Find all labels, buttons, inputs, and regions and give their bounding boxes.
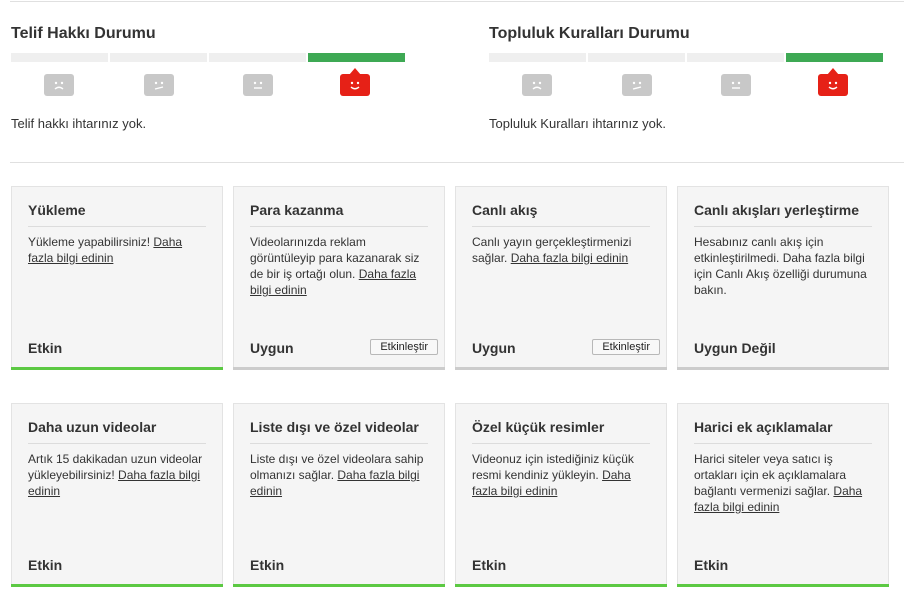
copyright-status-faces — [11, 68, 407, 98]
top-divider — [10, 1, 904, 2]
frown-face-icon — [44, 74, 74, 96]
feature-description: Harici siteler veya satıcı iş ortakları … — [694, 452, 863, 514]
section-divider — [10, 162, 904, 163]
feature-title: Canlı akış — [472, 202, 650, 227]
feature-status-bar — [11, 367, 223, 370]
neutral-face-icon — [721, 74, 751, 96]
feature-title: Harici ek açıklamalar — [694, 419, 872, 444]
feature-card-external-annotations: Harici ek açıklamalar Harici siteler vey… — [677, 403, 889, 587]
feature-status-bar — [455, 584, 667, 587]
community-status: Topluluk Kuralları Durumu Topluluk Kural… — [489, 24, 885, 131]
feature-title: Özel küçük resimler — [472, 419, 650, 444]
status-segment — [209, 53, 306, 62]
feature-title: Yükleme — [28, 202, 206, 227]
feature-status-bar — [455, 367, 667, 370]
feature-status-bar — [233, 584, 445, 587]
skeptical-face-icon — [144, 74, 174, 96]
enable-live-streaming-button[interactable]: Etkinleştir — [592, 339, 660, 355]
status-segment — [110, 53, 207, 62]
status-segment — [687, 53, 784, 62]
feature-status-bar — [233, 367, 445, 370]
community-status-title: Topluluk Kuralları Durumu — [489, 25, 690, 42]
status-segment-active — [308, 53, 405, 62]
feature-card-unlisted-private: Liste dışı ve özel videolar Liste dışı v… — [233, 403, 445, 587]
smile-face-icon — [818, 68, 848, 96]
feature-state: Etkin — [694, 557, 729, 573]
feature-description: Liste dışı ve özel videolara sahip olman… — [250, 452, 424, 498]
feature-card-upload: Yükleme Yükleme yapabilirsiniz! Daha faz… — [11, 186, 223, 370]
feature-description: Videolarınızda reklam görüntüleyip para … — [250, 235, 420, 297]
feature-description: Hesabınız canlı akış için etkinleştirilm… — [694, 235, 867, 297]
feature-status-bar — [677, 584, 889, 587]
community-status-faces — [489, 68, 885, 98]
copyright-status: Telif Hakkı Durumu Telif hakkı ihtarınız… — [11, 24, 407, 131]
neutral-face-icon — [243, 74, 273, 96]
feature-state: Etkin — [28, 557, 63, 573]
feature-state: Uygun Değil — [694, 340, 776, 356]
frown-face-icon — [522, 74, 552, 96]
community-status-message: Topluluk Kuralları ihtarınız yok. — [489, 116, 667, 131]
community-status-bar — [489, 53, 885, 62]
feature-title: Liste dışı ve özel videolar — [250, 419, 428, 444]
status-segment — [489, 53, 586, 62]
copyright-status-title: Telif Hakkı Durumu — [11, 25, 156, 42]
status-segment — [11, 53, 108, 62]
copyright-status-message: Telif hakkı ihtarınız yok. — [11, 116, 147, 131]
feature-card-live-streaming: Canlı akış Canlı yayın gerçekleştirmeniz… — [455, 186, 667, 370]
feature-description: Yükleme yapabilirsiniz! Daha fazla bilgi… — [28, 235, 183, 265]
feature-description: Videonuz için istediğiniz küçük resmi ke… — [472, 452, 634, 498]
feature-state: Uygun — [250, 340, 294, 356]
feature-status-bar — [11, 584, 223, 587]
status-segment-active — [786, 53, 883, 62]
learn-more-link[interactable]: Daha fazla bilgi edinin — [511, 251, 628, 265]
feature-state: Etkin — [250, 557, 285, 573]
enable-monetization-button[interactable]: Etkinleştir — [370, 339, 438, 355]
feature-state: Etkin — [28, 340, 63, 356]
feature-card-embed-live: Canlı akışları yerleştirme Hesabınız can… — [677, 186, 889, 370]
feature-description: Artık 15 dakikadan uzun videolar yükleye… — [28, 452, 203, 498]
feature-description: Canlı yayın gerçekleştirmenizi sağlar. D… — [472, 235, 632, 265]
feature-status-bar — [677, 367, 889, 370]
feature-card-longer-videos: Daha uzun videolar Artık 15 dakikadan uz… — [11, 403, 223, 587]
feature-state: Uygun — [472, 340, 516, 356]
feature-title: Daha uzun videolar — [28, 419, 206, 444]
status-segment — [588, 53, 685, 62]
feature-title: Canlı akışları yerleştirme — [694, 202, 872, 227]
feature-card-monetization: Para kazanma Videolarınızda reklam görün… — [233, 186, 445, 370]
feature-title: Para kazanma — [250, 202, 428, 227]
copyright-status-bar — [11, 53, 407, 62]
feature-card-custom-thumbnails: Özel küçük resimler Videonuz için istedi… — [455, 403, 667, 587]
skeptical-face-icon — [622, 74, 652, 96]
smile-face-icon — [340, 68, 370, 96]
feature-state: Etkin — [472, 557, 507, 573]
